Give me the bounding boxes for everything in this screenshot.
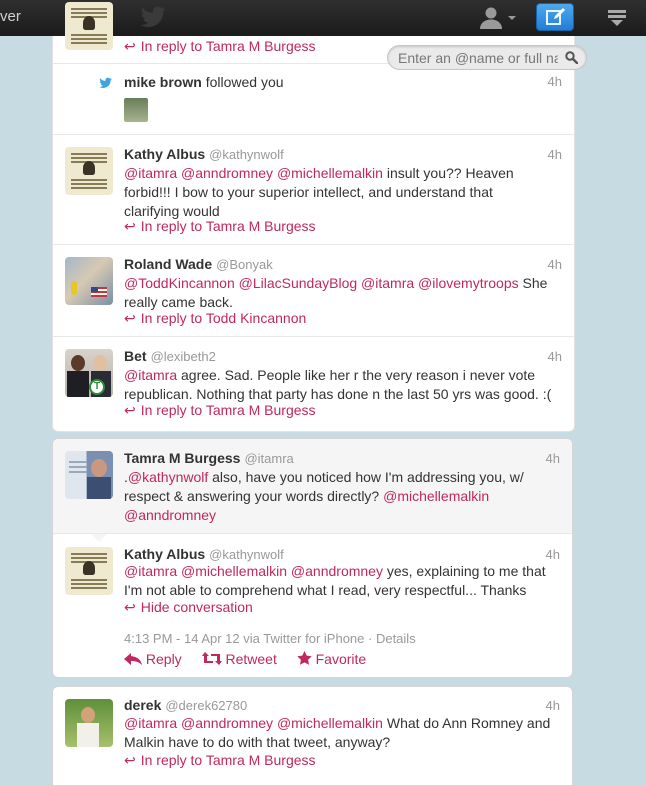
tweet-text: @itamra agree. Sad. People like her r th… xyxy=(124,367,552,402)
mention-link[interactable]: @LilacSundayBlog xyxy=(239,275,358,291)
person-icon xyxy=(480,7,502,29)
retweet-icon xyxy=(201,652,222,665)
compose-button[interactable] xyxy=(536,3,574,31)
reply-arrow-icon: ↩ xyxy=(124,752,136,768)
tweet-card: derek @derek62780 4h @itamra @anndromney … xyxy=(52,686,573,786)
follow-text: followed you xyxy=(205,74,284,90)
search-icon[interactable] xyxy=(565,51,579,67)
tweet-text: .@kathynwolf also, have you noticed how … xyxy=(124,469,524,523)
reply-arrow-icon: ↩ xyxy=(124,38,136,54)
tweet-item[interactable]: Kathy Albus @kathynwolf 4h @itamra @anndr… xyxy=(53,135,574,245)
mention-link[interactable]: @anndromney xyxy=(291,563,383,579)
tweet-item[interactable]: Roland Wade @Bonyak 4h @ToddKincannon @Li… xyxy=(53,245,574,337)
retweet-button[interactable]: Retweet xyxy=(201,651,277,667)
tweet-timestamp[interactable]: 4:13 PM - 14 Apr 12 via Twitter for iPho… xyxy=(124,631,364,646)
reply-arrow-icon: ↩ xyxy=(124,402,136,418)
in-reply-to-link[interactable]: ↩ In reply to Tamra M Burgess xyxy=(124,752,316,769)
reply-button[interactable]: Reply xyxy=(124,651,182,667)
details-link[interactable]: Details xyxy=(376,631,416,646)
avatar[interactable] xyxy=(65,451,113,499)
search-box xyxy=(387,45,587,70)
mention-link[interactable]: @anndromney xyxy=(181,165,273,181)
follower-avatar[interactable] xyxy=(124,98,148,122)
mention-link[interactable]: @michellemalkin xyxy=(383,488,489,504)
mention-link[interactable]: @michellemalkin xyxy=(181,563,287,579)
user-menu[interactable] xyxy=(478,6,516,33)
tweet-author-name[interactable]: derek xyxy=(124,697,161,713)
mention-link[interactable]: @michellemalkin xyxy=(277,165,383,181)
twitter-bird-icon xyxy=(99,76,113,92)
conversation-card: Tamra M Burgess @itamra 4h .@kathynwolf a… xyxy=(52,438,573,678)
mention-link[interactable]: @itamra xyxy=(124,367,177,383)
tweet-metadata: 4:13 PM - 14 Apr 12 via Twitter for iPho… xyxy=(124,631,416,646)
tweet-author-name[interactable]: Kathy Albus xyxy=(124,546,205,562)
tweet-author-handle[interactable]: @kathynwolf xyxy=(209,147,284,162)
mention-link[interactable]: @anndromney xyxy=(124,507,216,523)
hide-conversation-link[interactable]: ↩ Hide conversation xyxy=(124,599,253,616)
twitter-bird-icon[interactable] xyxy=(140,5,168,32)
mention-link[interactable]: @itamra xyxy=(124,563,177,579)
tweet-text: @itamra @anndromney @michellemalkin What… xyxy=(124,715,551,750)
tweet-item[interactable]: derek @derek62780 4h @itamra @anndromney … xyxy=(53,687,572,785)
more-icon[interactable] xyxy=(606,8,628,31)
avatar[interactable] xyxy=(65,257,113,305)
chevron-down-icon xyxy=(508,16,516,20)
tweet-author-handle[interactable]: @Bonyak xyxy=(216,257,273,272)
tweet-text: @itamra @anndromney @michellemalkin insu… xyxy=(124,165,514,219)
mention-link[interactable]: @itamra xyxy=(124,165,177,181)
favorite-button[interactable]: Favorite xyxy=(297,651,366,667)
in-reply-to-link[interactable]: ↩ In reply to Tamra M Burgess xyxy=(124,38,316,55)
tweet-author-name[interactable]: Bet xyxy=(124,348,147,364)
in-reply-to-link[interactable]: ↩ In reply to Tamra M Burgess xyxy=(124,402,316,419)
tweet-author-handle[interactable]: @derek62780 xyxy=(165,698,247,713)
conversation-parent-tweet[interactable]: Tamra M Burgess @itamra 4h .@kathynwolf a… xyxy=(53,439,572,534)
brand-fragment[interactable]: ver xyxy=(0,8,21,25)
follower-name[interactable]: mike brown xyxy=(124,74,202,90)
tweet-actions: Reply Retweet Favorite xyxy=(124,651,382,667)
in-reply-to-link[interactable]: ↩ In reply to Todd Kincannon xyxy=(124,310,306,327)
reply-arrow-icon: ↩ xyxy=(124,599,136,615)
compose-icon xyxy=(546,8,565,25)
tweet-author-name[interactable]: Tamra M Burgess xyxy=(124,450,240,466)
tweet-author-handle[interactable]: @lexibeth2 xyxy=(151,349,216,364)
star-icon xyxy=(297,651,312,665)
search-input[interactable] xyxy=(398,49,558,66)
tweet-time[interactable]: 4h xyxy=(548,74,562,89)
follow-activity: mike brown followed you 4h xyxy=(53,64,574,135)
avatar[interactable] xyxy=(65,2,113,50)
avatar[interactable] xyxy=(65,147,113,195)
tweet-time[interactable]: 4h xyxy=(546,451,560,466)
mention-link[interactable]: @michellemalkin xyxy=(277,715,383,731)
tweet-item[interactable]: Kathy Albus @kathynwolf 4h @itamra @miche… xyxy=(53,535,572,677)
tweet-time[interactable]: 4h xyxy=(546,698,560,713)
tweet-text: @itamra @michellemalkin @anndromney yes,… xyxy=(124,563,546,598)
mention-link[interactable]: @ToddKincannon xyxy=(124,275,235,291)
reply-arrow-icon: ↩ xyxy=(124,310,136,326)
reply-arrow-icon: ↩ xyxy=(124,218,136,234)
mention-link[interactable]: @itamra xyxy=(124,715,177,731)
tweet-author-handle[interactable]: @itamra xyxy=(244,451,293,466)
tweet-text: @ToddKincannon @LilacSundayBlog @itamra … xyxy=(124,275,548,310)
avatar[interactable] xyxy=(65,547,113,595)
tweet-time[interactable]: 4h xyxy=(548,257,562,272)
tweet-author-handle[interactable]: @kathynwolf xyxy=(209,547,284,562)
tweet-time[interactable]: 4h xyxy=(548,349,562,364)
tweet-author-name[interactable]: Roland Wade xyxy=(124,256,212,272)
avatar[interactable] xyxy=(65,699,113,747)
mention-link[interactable]: @kathynwolf xyxy=(128,469,208,485)
mention-link[interactable]: @ilovemytroops xyxy=(418,275,519,291)
timeline-stream: ↩ In reply to Tamra M Burgess mike brown … xyxy=(52,2,575,432)
mention-link[interactable]: @anndromney xyxy=(181,715,273,731)
in-reply-to-link[interactable]: ↩ In reply to Tamra M Burgess xyxy=(124,218,316,235)
tweet-item[interactable]: T Bet @lexibeth2 4h @itamra agree. Sad. P… xyxy=(53,337,574,429)
avatar[interactable]: T xyxy=(65,349,113,397)
tweet-time[interactable]: 4h xyxy=(548,147,562,162)
tweet-author-name[interactable]: Kathy Albus xyxy=(124,146,205,162)
tweet-time[interactable]: 4h xyxy=(546,547,560,562)
reply-icon xyxy=(124,653,142,665)
mention-link[interactable]: @itamra xyxy=(361,275,414,291)
